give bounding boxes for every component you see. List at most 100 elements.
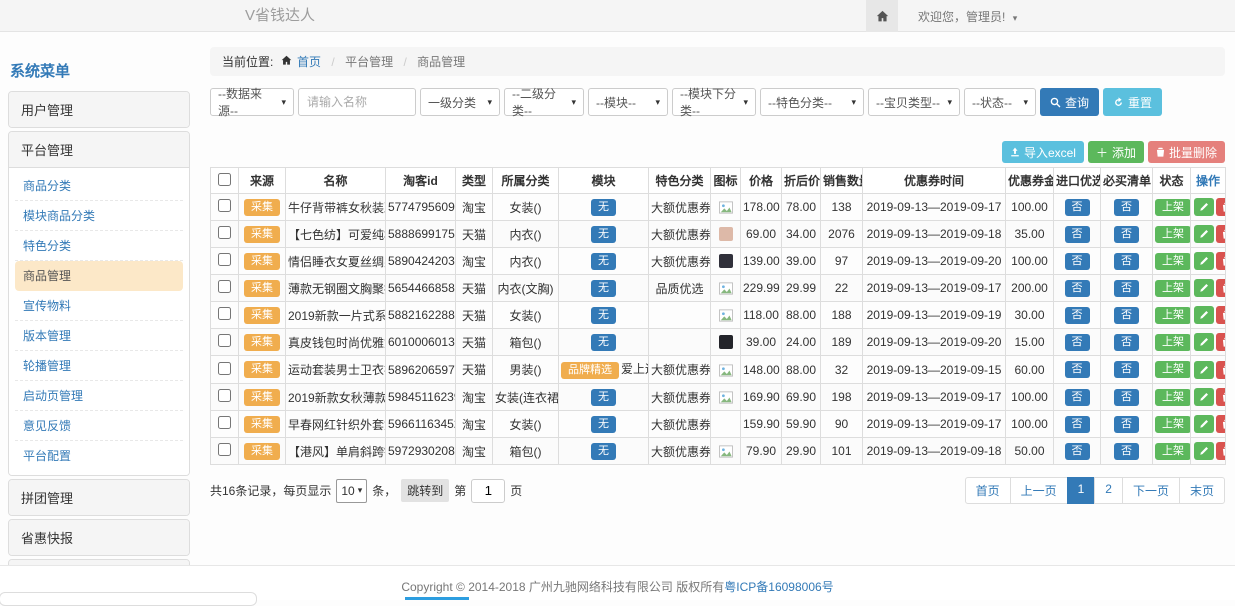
sidebar-item-feature-category[interactable]: 特色分类 (15, 231, 183, 261)
edit-button[interactable] (1194, 279, 1214, 297)
pager-page-2[interactable]: 2 (1094, 477, 1123, 504)
filter-select-level2-category[interactable]: --二级分类--▾ (504, 88, 584, 116)
row-checkbox[interactable] (218, 416, 231, 429)
must-buy-toggle[interactable]: 否 (1114, 389, 1139, 406)
reset-button[interactable]: 重置 (1103, 88, 1162, 116)
name-search-input[interactable] (298, 88, 416, 116)
sidebar-item-version-management[interactable]: 版本管理 (15, 321, 183, 351)
must-buy-toggle[interactable]: 否 (1114, 334, 1139, 351)
sidebar-item-user-management[interactable]: 用户管理 (9, 92, 189, 127)
pager-page-1[interactable]: 1 (1067, 477, 1096, 504)
sidebar-item-promo-material[interactable]: 宣传物料 (15, 291, 183, 321)
filter-select-level1-category[interactable]: 一级分类▾ (420, 88, 500, 116)
import-excel-button[interactable]: 导入excel (1002, 141, 1084, 163)
user-menu[interactable]: 欢迎您，管理员! ▾ (918, 8, 1017, 25)
row-checkbox[interactable] (218, 443, 231, 456)
import-select-toggle[interactable]: 否 (1065, 334, 1090, 351)
icp-link[interactable]: 粤ICP备16098006号 (724, 580, 833, 594)
sidebar-item-module-goods-category[interactable]: 模块商品分类 (15, 201, 183, 231)
import-select-toggle[interactable]: 否 (1065, 416, 1090, 433)
search-button[interactable]: 查询 (1040, 88, 1099, 116)
module-badge[interactable]: 无 (591, 334, 616, 351)
import-select-toggle[interactable]: 否 (1065, 443, 1090, 460)
status-toggle[interactable]: 上架 (1155, 280, 1191, 297)
must-buy-toggle[interactable]: 否 (1114, 226, 1139, 243)
import-select-toggle[interactable]: 否 (1065, 199, 1090, 216)
delete-button[interactable] (1216, 225, 1226, 243)
delete-button[interactable] (1216, 388, 1226, 406)
pager-prev[interactable]: 上一页 (1010, 477, 1068, 504)
must-buy-toggle[interactable]: 否 (1114, 253, 1139, 270)
row-checkbox[interactable] (218, 362, 231, 375)
edit-button[interactable] (1194, 306, 1214, 324)
status-toggle[interactable]: 上架 (1155, 389, 1191, 406)
status-toggle[interactable]: 上架 (1155, 199, 1191, 216)
sidebar-item-platform-management[interactable]: 平台管理 (9, 132, 189, 168)
sidebar-item-express-news[interactable]: 省惠快报 (9, 520, 189, 555)
sidebar-item-carousel-management[interactable]: 轮播管理 (15, 351, 183, 381)
home-button[interactable] (866, 0, 898, 32)
module-badge[interactable]: 无 (591, 280, 616, 297)
row-checkbox[interactable] (218, 226, 231, 239)
row-checkbox[interactable] (218, 389, 231, 402)
edit-button[interactable] (1194, 388, 1214, 406)
breadcrumb-home-link[interactable]: 首页 (297, 55, 321, 69)
sidebar-item-group-buy[interactable]: 拼团管理 (9, 480, 189, 515)
must-buy-toggle[interactable]: 否 (1114, 307, 1139, 324)
module-badge[interactable]: 无 (591, 389, 616, 406)
status-toggle[interactable]: 上架 (1155, 307, 1191, 324)
filter-select-item-type[interactable]: --宝贝类型--▾ (868, 88, 960, 116)
filter-select-status[interactable]: --状态--▾ (964, 88, 1036, 116)
edit-button[interactable] (1194, 225, 1214, 243)
sidebar-item-splash-management[interactable]: 启动页管理 (15, 381, 183, 411)
module-badge[interactable]: 无 (591, 226, 616, 243)
edit-button[interactable] (1194, 415, 1214, 433)
import-select-toggle[interactable]: 否 (1065, 307, 1090, 324)
module-badge[interactable]: 无 (591, 307, 616, 324)
sidebar-item-platform-config[interactable]: 平台配置 (15, 441, 183, 470)
select-all-checkbox[interactable] (218, 173, 231, 186)
batch-delete-button[interactable]: 批量删除 (1148, 141, 1225, 163)
page-number-input[interactable] (471, 479, 505, 503)
edit-button[interactable] (1194, 361, 1214, 379)
filter-select-module-subcategory[interactable]: --模块下分类--▾ (672, 88, 756, 116)
status-toggle[interactable]: 上架 (1155, 334, 1191, 351)
module-badge[interactable]: 无 (591, 253, 616, 270)
sidebar-item-goods-category[interactable]: 商品分类 (15, 171, 183, 201)
import-select-toggle[interactable]: 否 (1065, 280, 1090, 297)
row-checkbox[interactable] (218, 253, 231, 266)
per-page-select[interactable]: 10▾ (336, 479, 367, 503)
filter-select-module[interactable]: --模块--▾ (588, 88, 668, 116)
import-select-toggle[interactable]: 否 (1065, 226, 1090, 243)
delete-button[interactable] (1216, 279, 1226, 297)
status-toggle[interactable]: 上架 (1155, 226, 1191, 243)
delete-button[interactable] (1216, 198, 1226, 216)
status-toggle[interactable]: 上架 (1155, 443, 1191, 460)
filter-select-data-source[interactable]: --数据来源--▾ (210, 88, 294, 116)
edit-button[interactable] (1194, 198, 1214, 216)
sidebar-item-feedback[interactable]: 意见反馈 (15, 411, 183, 441)
module-badge[interactable]: 无 (591, 199, 616, 216)
status-toggle[interactable]: 上架 (1155, 361, 1191, 378)
sidebar-item-goods-management[interactable]: 商品管理 (15, 261, 183, 291)
edit-button[interactable] (1194, 442, 1214, 460)
must-buy-toggle[interactable]: 否 (1114, 199, 1139, 216)
row-checkbox[interactable] (218, 307, 231, 320)
module-badge[interactable]: 无 (591, 443, 616, 460)
add-button[interactable]: ＋ 添加 (1088, 141, 1144, 163)
row-checkbox[interactable] (218, 334, 231, 347)
must-buy-toggle[interactable]: 否 (1114, 443, 1139, 460)
pager-last[interactable]: 末页 (1179, 477, 1225, 504)
must-buy-toggle[interactable]: 否 (1114, 416, 1139, 433)
edit-button[interactable] (1194, 333, 1214, 351)
edit-button[interactable] (1194, 252, 1214, 270)
module-badge[interactable]: 无 (591, 416, 616, 433)
delete-button[interactable] (1216, 306, 1226, 324)
delete-button[interactable] (1216, 252, 1226, 270)
delete-button[interactable] (1216, 361, 1226, 379)
must-buy-toggle[interactable]: 否 (1114, 361, 1139, 378)
filter-select-feature-category[interactable]: --特色分类--▾ (760, 88, 864, 116)
delete-button[interactable] (1216, 415, 1226, 433)
row-checkbox[interactable] (218, 199, 231, 212)
status-toggle[interactable]: 上架 (1155, 416, 1191, 433)
